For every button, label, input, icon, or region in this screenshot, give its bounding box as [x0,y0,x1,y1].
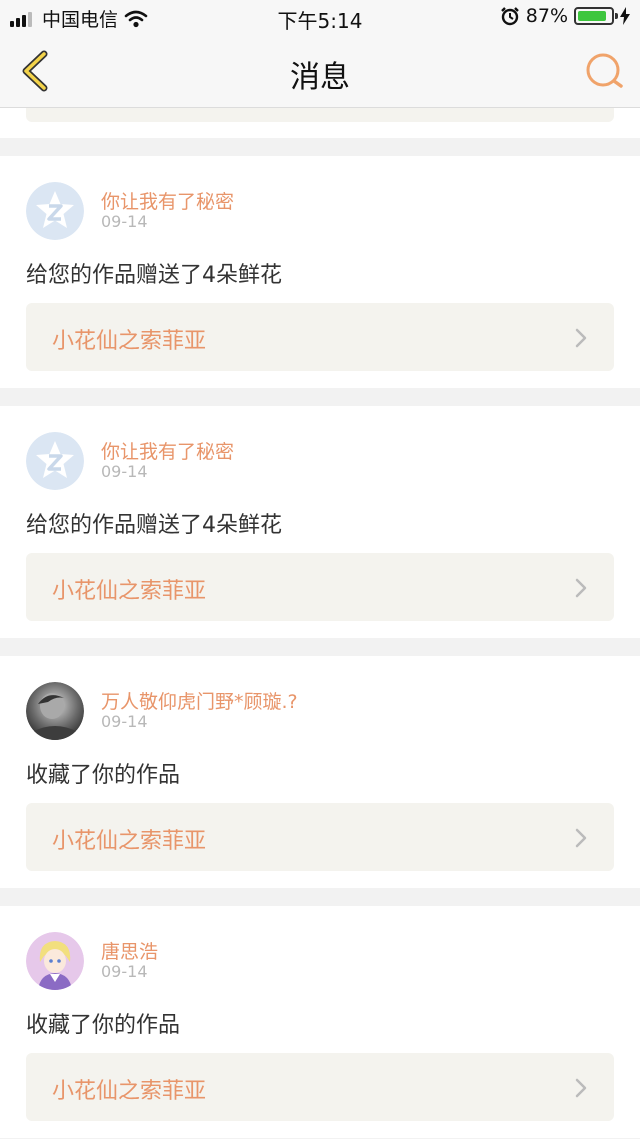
message-date: 09-14 [101,462,148,481]
message-date: 09-14 [101,712,148,731]
username-link[interactable]: 唐思浩 [101,937,158,964]
search-icon[interactable] [584,50,626,92]
work-title: 小花仙之索菲亚 [52,1079,207,1104]
work-link[interactable]: 小花仙之索菲亚 [26,553,614,621]
nav-bar: 消息 [0,34,640,108]
work-link[interactable]: 小花仙之索菲亚 [26,1053,614,1121]
message-date: 09-14 [101,212,148,231]
anime-avatar[interactable] [26,932,84,990]
chevron-right-icon [575,828,587,848]
status-bar: 中国电信 下午5:14 87% [0,0,640,34]
battery-percent: 87% [525,5,568,27]
qq-default-avatar[interactable] [26,432,84,490]
work-link[interactable]: 小花仙之索菲亚 [26,803,614,871]
qq-default-avatar[interactable] [26,182,84,240]
message-text: 收藏了你的作品 [26,1013,181,1038]
work-title: 小花仙之索菲亚 [52,579,207,604]
status-right: 87% [500,5,630,27]
message-list: 你让我有了秘密 09-14 给您的作品赠送了4朵鲜花 小花仙之索菲亚 你让我有了… [0,108,640,1138]
chevron-right-icon [575,1078,587,1098]
page-title: 消息 [290,60,350,95]
work-link[interactable]: 小花仙之索菲亚 [26,303,614,371]
message-date: 09-14 [101,962,148,981]
message-text: 给您的作品赠送了4朵鲜花 [26,263,282,288]
previous-item-stub [0,108,640,138]
message-text: 给您的作品赠送了4朵鲜花 [26,513,282,538]
username-link[interactable]: 你让我有了秘密 [101,437,234,464]
battery-icon [574,7,618,25]
chevron-right-icon [575,328,587,348]
photo-avatar[interactable] [26,682,84,740]
username-link[interactable]: 万人敬仰虎门野*顾璇.? [101,687,298,714]
message-card: 你让我有了秘密 09-14 给您的作品赠送了4朵鲜花 小花仙之索菲亚 [0,156,640,388]
message-card: 万人敬仰虎门野*顾璇.? 09-14 收藏了你的作品 小花仙之索菲亚 [0,656,640,888]
chevron-right-icon [575,578,587,598]
message-card: 你让我有了秘密 09-14 给您的作品赠送了4朵鲜花 小花仙之索菲亚 [0,406,640,638]
charging-icon [620,7,630,25]
message-text: 收藏了你的作品 [26,763,181,788]
alarm-icon [500,7,519,26]
work-title: 小花仙之索菲亚 [52,329,207,354]
work-title: 小花仙之索菲亚 [52,829,207,854]
message-card: 唐思浩 09-14 收藏了你的作品 小花仙之索菲亚 [0,906,640,1138]
username-link[interactable]: 你让我有了秘密 [101,187,234,214]
